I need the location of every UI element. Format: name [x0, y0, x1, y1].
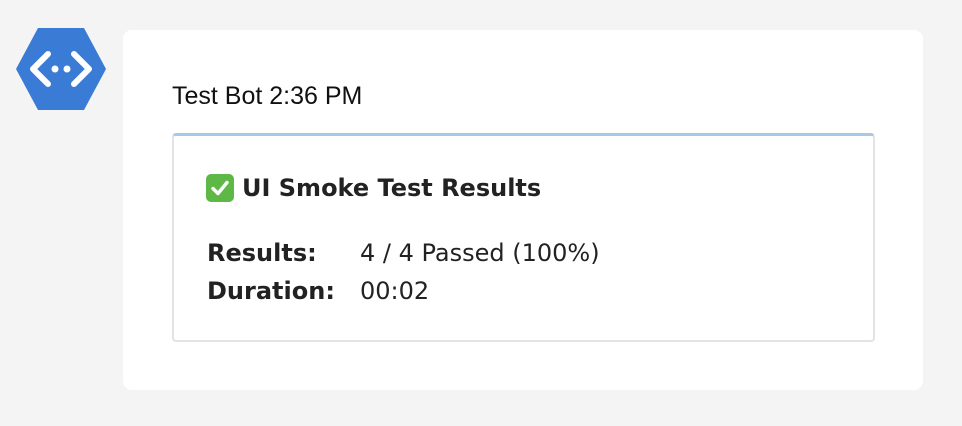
- card-title: UI Smoke Test Results: [206, 174, 541, 202]
- card-title-text: UI Smoke Test Results: [242, 174, 542, 202]
- bot-avatar: [15, 26, 107, 112]
- message-container: Test Bot 2:36 PM UI Smoke Test Results R…: [123, 30, 923, 390]
- fact-value: 4 / 4 Passed (100%): [360, 239, 600, 267]
- adaptive-card: UI Smoke Test Results Results: 4 / 4 Pas…: [172, 133, 875, 342]
- fact-label: Results:: [207, 239, 317, 267]
- fact-row-results: Results: 4 / 4 Passed (100%): [207, 234, 600, 272]
- fact-row-duration: Duration: 00:02: [207, 272, 600, 310]
- fact-value: 00:02: [360, 277, 430, 305]
- message-header: Test Bot 2:36 PM: [172, 82, 362, 110]
- message-timestamp: 2:36 PM: [269, 82, 363, 110]
- fact-label: Duration:: [207, 277, 335, 305]
- sender-name: Test Bot: [172, 82, 263, 110]
- fact-set: Results: 4 / 4 Passed (100%) Duration: 0…: [207, 234, 600, 310]
- bot-avatar-icon: [16, 28, 106, 110]
- check-box-icon: [206, 174, 234, 202]
